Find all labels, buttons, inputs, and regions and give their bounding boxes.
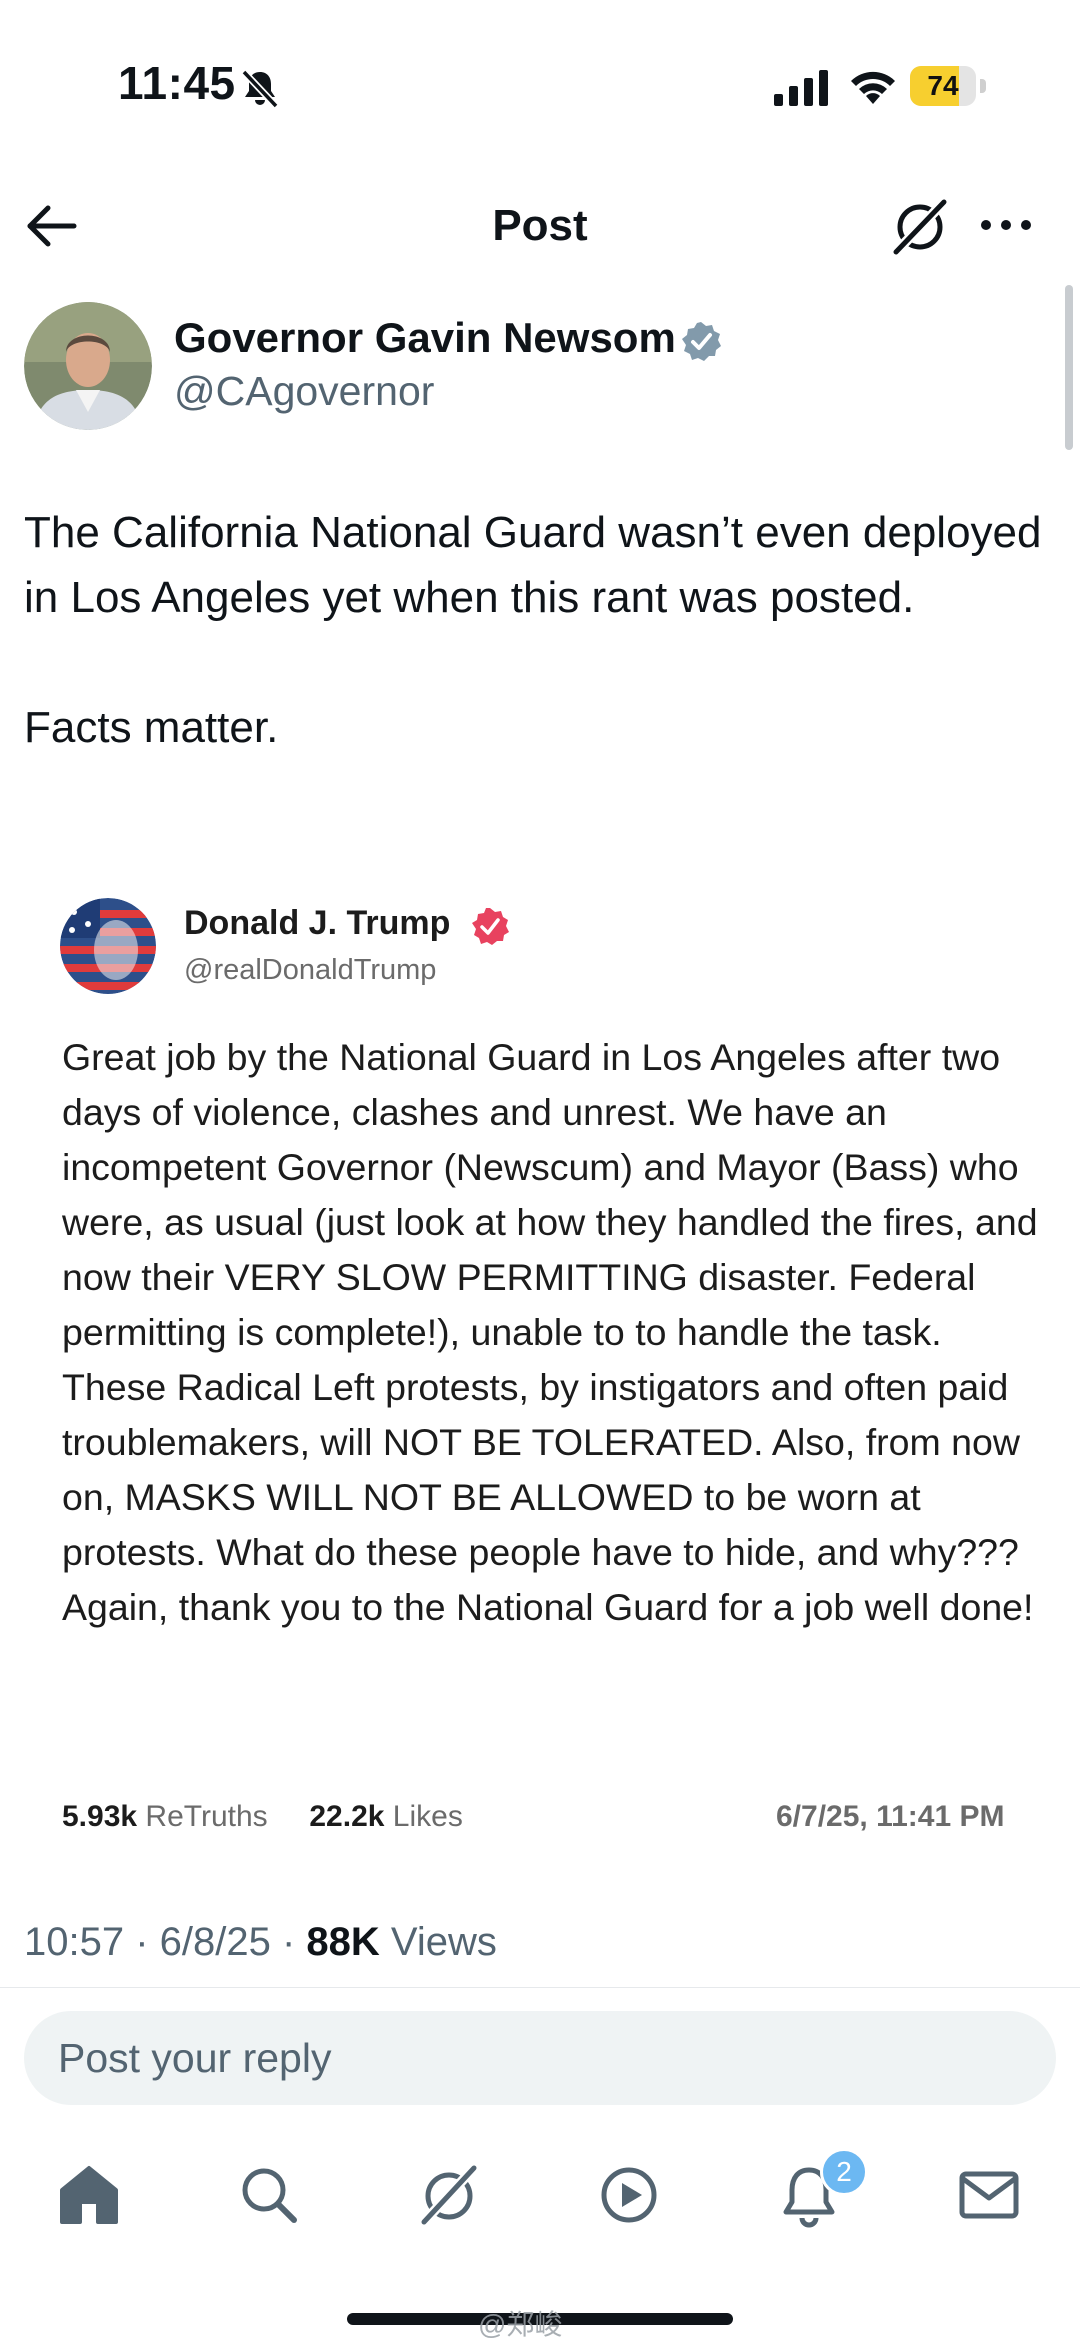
divider — [0, 1987, 1080, 1988]
author-handle[interactable]: @CAgovernor — [174, 368, 434, 415]
retruths-count: 5.93k — [62, 1800, 138, 1833]
search-icon[interactable] — [234, 2160, 304, 2230]
scrollbar[interactable] — [1065, 285, 1073, 450]
reply-placeholder[interactable]: Post your reply — [58, 2011, 331, 2105]
post-text-line: The California National Guard wasn’t eve… — [24, 508, 1042, 622]
meta-separator: · — [124, 1920, 160, 1964]
embedded-author-handle: @realDonaldTrump — [184, 954, 437, 986]
bell-slash-icon — [241, 69, 279, 109]
post-text: The California National Guard wasn’t eve… — [24, 500, 1054, 760]
embedded-avatar — [60, 898, 156, 994]
watermark: @郑峻 — [478, 2309, 563, 2340]
grok-icon[interactable] — [888, 194, 952, 258]
author-name[interactable]: Governor Gavin Newsom — [174, 314, 676, 362]
post-meta: 10:57 · 6/8/25 · 88K Views — [24, 1920, 497, 1965]
video-icon[interactable] — [594, 2160, 664, 2230]
wifi-icon — [851, 71, 895, 104]
post-text-line: Facts matter. — [24, 703, 279, 752]
more-icon[interactable] — [974, 200, 1038, 250]
notification-badge: 2 — [820, 2148, 868, 2196]
embedded-post-text: Great job by the National Guard in Los A… — [62, 1036, 1038, 1628]
likes-count: 22.2k — [309, 1800, 385, 1833]
retruths-label: ReTruths — [145, 1800, 268, 1833]
post-time: 10:57 — [24, 1920, 125, 1964]
post-date: 6/8/25 — [159, 1920, 271, 1964]
meta-separator: · — [270, 1920, 307, 1964]
views-count: 88K — [306, 1920, 380, 1964]
likes-label: Likes — [392, 1800, 463, 1833]
status-time: 11:45 — [118, 57, 236, 109]
embedded-date: 6/7/25, 11:41 PM — [776, 1800, 1005, 1833]
home-icon[interactable] — [54, 2160, 124, 2230]
grok-tab-icon[interactable] — [414, 2160, 484, 2230]
embedded-stats: 5.93k ReTruths 22.2k Likes — [62, 1800, 463, 1834]
truth-verified-badge-icon — [472, 908, 509, 945]
embedded-author-name: Donald J. Trump — [184, 904, 451, 942]
battery-icon: 74 — [910, 66, 986, 106]
verified-badge-icon — [682, 322, 721, 361]
avatar[interactable] — [24, 302, 152, 430]
views-label[interactable]: Views — [380, 1920, 497, 1964]
battery-level: 74 — [927, 70, 959, 101]
messages-icon[interactable] — [954, 2160, 1024, 2230]
cellular-signal-icon — [774, 70, 828, 106]
